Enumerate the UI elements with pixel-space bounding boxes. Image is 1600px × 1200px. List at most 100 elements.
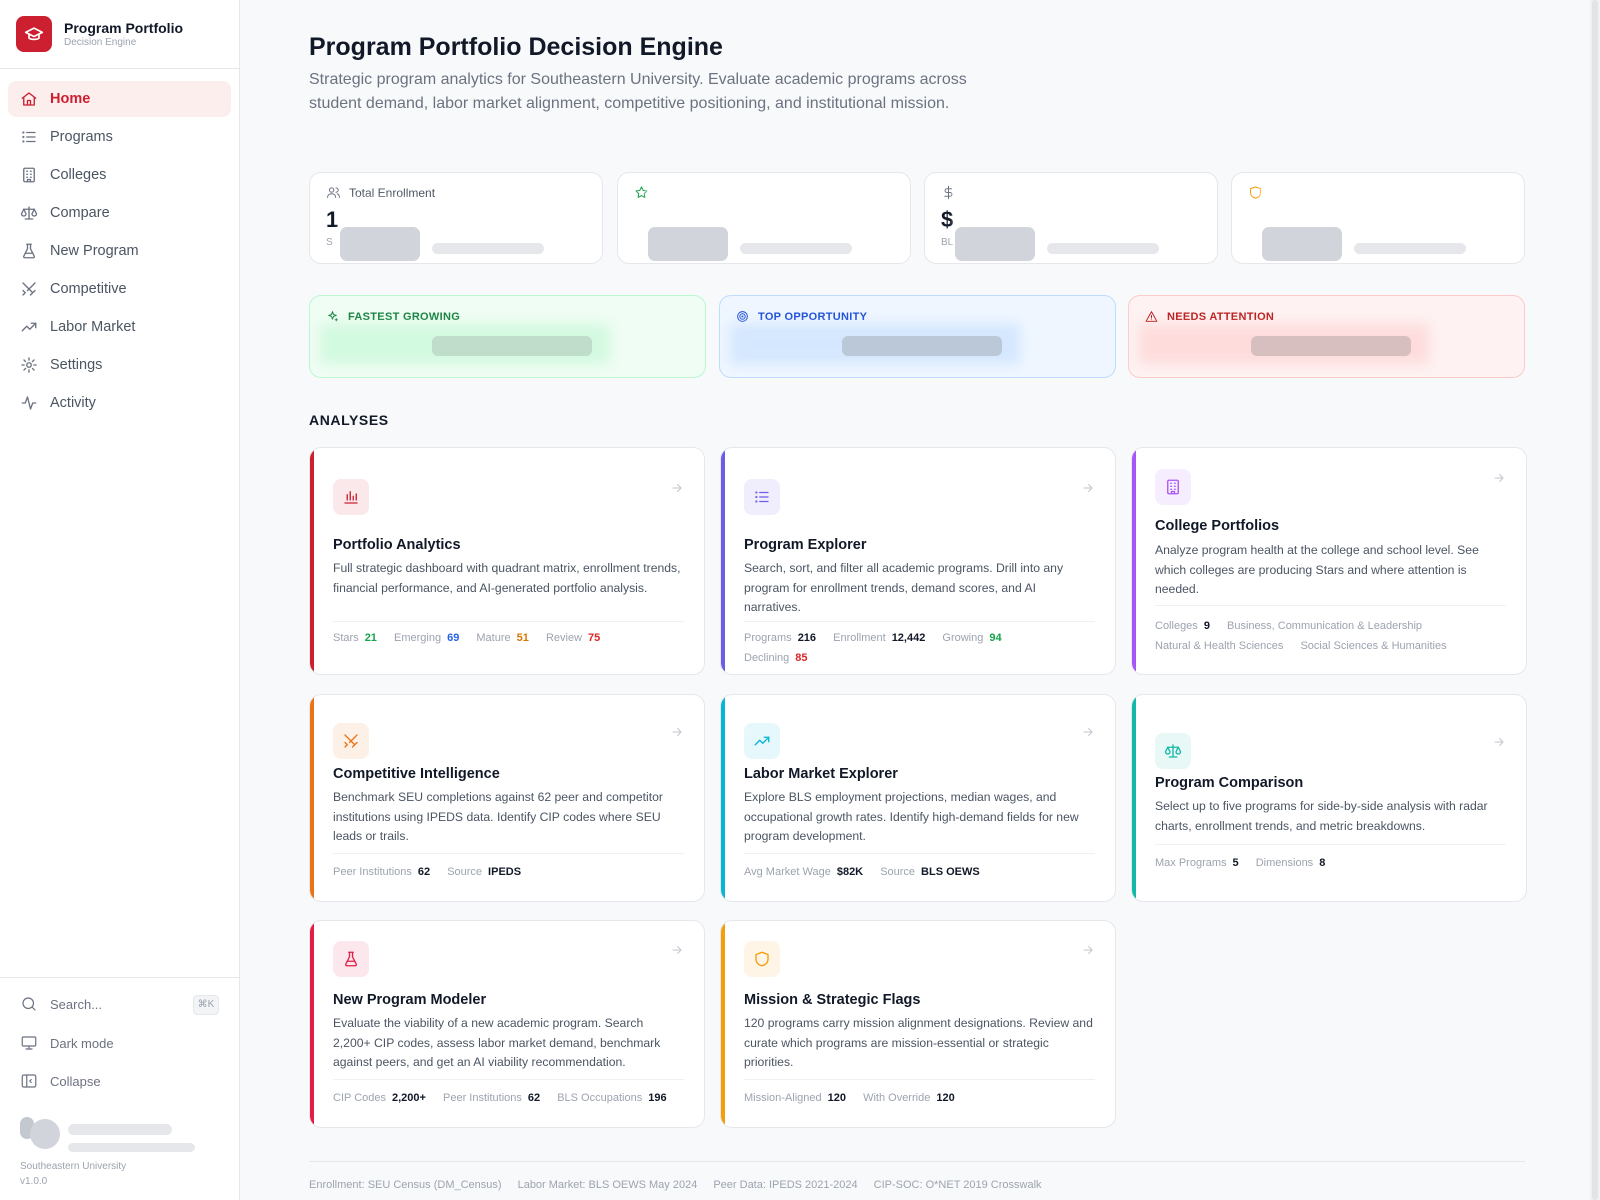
stat-card[interactable] [1231,172,1525,264]
card-title: Program Explorer [744,537,867,553]
analysis-card-program-explorer[interactable]: Program Explorer Search, sort, and filter… [720,447,1116,675]
highlight-label: FASTEST GROWING [348,310,461,323]
search-button[interactable]: Search... [20,995,102,1013]
card-title: Portfolio Analytics [333,537,461,553]
stat-subtext: S [326,237,333,248]
card-metric: Emerging 69 [394,632,460,644]
analysis-card-labor-market-explorer[interactable]: Labor Market Explorer Explore BLS employm… [720,694,1116,902]
arrow-right-icon[interactable] [670,943,684,957]
sidebar-item-new-program[interactable]: New Program [8,233,231,269]
home-icon [21,92,37,106]
page-title: Program Portfolio Decision Engine [309,33,723,61]
stat-value: 1 [326,207,339,232]
footer-source: Enrollment: SEU Census (DM_Census) [309,1179,502,1191]
card-metric: Review 75 [545,632,601,644]
card-metric: Dimensions 8 [1255,857,1326,869]
sidebar-item-label: Programs [50,129,113,145]
page-subtitle: Strategic program analytics for Southeas… [309,71,967,112]
sidebar-item-home[interactable]: Home [8,81,231,117]
sidebar-nav: Home Programs Colleges Compare New Program Co… [8,81,231,423]
card-metrics: Peer Institutions 62 Source IPEDS [333,862,683,882]
card-description: Search, sort, and filter all academic pr… [744,561,1064,614]
card-title: Labor Market Explorer [744,766,898,782]
footer-source: Peer Data: IPEDS 2021-2024 [713,1179,858,1191]
sidebar-item-programs[interactable]: Programs [8,119,231,155]
analysis-card-college-portfolios[interactable]: College Portfolios Analyze program health… [1131,447,1527,675]
org-info: Southeastern University v1.0.0 [20,1159,126,1189]
brand[interactable]: Program Portfolio Decision Engine [16,16,183,52]
sidebar-item-label: Activity [50,395,96,411]
sidebar-item-label: Home [50,91,91,107]
stat-card[interactable]: Total Enrollment 1 S [309,172,603,264]
analysis-card-program-comparison[interactable]: Program Comparison Select up to five prog… [1131,694,1527,902]
swords-icon [344,734,358,748]
card-metrics: CIP Codes 2,200+ Peer Institutions 62 BLS … [333,1088,683,1108]
sidebar-item-labor-market[interactable]: Labor Market [8,309,231,345]
stat-card[interactable]: $ BL [924,172,1218,264]
card-metric: Growing 94 [942,632,1002,644]
loading-placeholder [648,227,728,261]
stat-card[interactable] [617,172,911,264]
card-description: Explore BLS employment projections, medi… [744,790,1079,843]
dark-mode-label: Dark mode [50,1035,114,1051]
arrow-right-icon[interactable] [670,725,684,739]
card-description: Evaluate the viability of a new academic… [333,1016,661,1069]
scrollbar[interactable] [1590,0,1600,1200]
card-description: Select up to five programs for side-by-s… [1155,799,1488,833]
loading-placeholder [1354,243,1466,254]
monitor-icon [21,1036,37,1050]
card-metric: Peer Institutions 62 [333,866,431,878]
list-icon [22,131,36,143]
analysis-card-mission-strategic-flags[interactable]: Mission & Strategic Flags 120 programs ca… [720,920,1116,1128]
highlight-card[interactable]: TOP OPPORTUNITY [719,295,1116,378]
highlight-label: NEEDS ATTENTION [1167,310,1275,323]
analysis-card-competitive-intelligence[interactable]: Competitive Intelligence Benchmark SEU co… [309,694,705,902]
card-metrics: Mission-Aligned 120 With Override 120 [744,1088,1094,1108]
alert-triangle-icon [1145,311,1158,322]
sidebar-item-label: Labor Market [50,319,136,335]
sidebar-item-settings[interactable]: Settings [8,347,231,383]
analysis-card-portfolio-analytics[interactable]: Portfolio Analytics Full strategic dashbo… [309,447,705,675]
loading-placeholder [432,336,592,356]
collapse-button[interactable]: Collapse [20,1072,101,1090]
loading-placeholder [432,243,544,254]
avatar[interactable] [30,1119,60,1149]
footer-source: Labor Market: BLS OEWS May 2024 [517,1179,698,1191]
trending-up-icon [21,322,37,332]
trending-up-icon [754,736,770,746]
card-metric: Avg Market Wage $82K [744,866,864,878]
graduation-cap-icon [16,16,52,52]
arrow-right-icon[interactable] [1081,943,1095,957]
card-metrics: Stars 21 Emerging 69 Mature 51 Review 75 [333,628,683,648]
highlight-card[interactable]: FASTEST GROWING [309,295,706,378]
loading-placeholder [955,227,1035,261]
data-sources-footer: Enrollment: SEU Census (DM_Census) Labor … [309,1179,1058,1191]
arrow-right-icon[interactable] [670,481,684,495]
sidebar-item-activity[interactable]: Activity [8,385,231,421]
sparkle-icon [328,311,338,322]
card-title: Program Comparison [1155,775,1304,791]
gear-icon [21,357,37,373]
card-metric: Business, Communication & Leadership [1227,620,1423,632]
card-metrics: Max Programs 5 Dimensions 8 [1155,853,1505,873]
sidebar-item-competitive[interactable]: Competitive [8,271,231,307]
sidebar-item-compare[interactable]: Compare [8,195,231,231]
dollar-icon [944,185,953,200]
arrow-right-icon[interactable] [1081,481,1095,495]
arrow-right-icon[interactable] [1492,735,1506,749]
card-metric: Mature 51 [476,632,529,644]
card-metric: Max Programs 5 [1155,857,1239,869]
card-title: New Program Modeler [333,992,487,1008]
stat-value: $ [941,207,954,232]
sidebar-item-colleges[interactable]: Colleges [8,157,231,193]
users-icon [327,187,340,198]
loading-placeholder [842,336,1002,356]
highlight-card[interactable]: NEEDS ATTENTION [1128,295,1525,378]
card-metric: Mission-Aligned 120 [744,1092,847,1104]
analysis-card-new-program-modeler[interactable]: New Program Modeler Evaluate the viabilit… [309,920,705,1128]
dark-mode-toggle[interactable]: Dark mode [20,1034,114,1052]
arrow-right-icon[interactable] [1492,471,1506,485]
footer-source: CIP-SOC: O*NET 2019 Crosswalk [873,1179,1042,1191]
card-metrics: Colleges 9 Business, Communication & Lead… [1155,616,1505,656]
arrow-right-icon[interactable] [1081,725,1095,739]
